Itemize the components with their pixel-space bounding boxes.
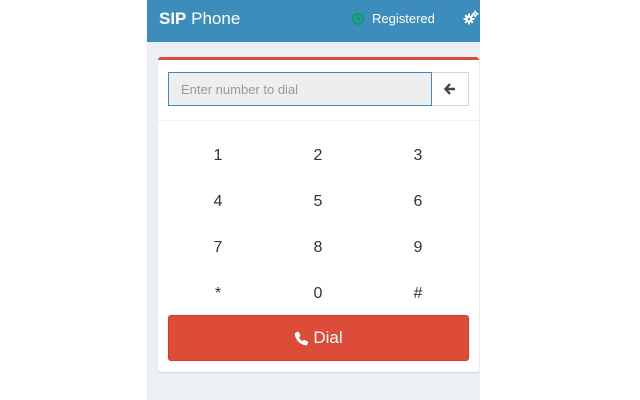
cogs-icon[interactable] [463,10,481,28]
key-hash[interactable]: # [368,271,468,317]
key-6[interactable]: 6 [368,179,468,225]
arrow-left-icon [444,83,455,95]
phone-icon [295,331,309,345]
keypad: 1 2 3 4 5 6 7 8 9 * 0 # [168,133,469,317]
sip-phone-panel: SIP Phone Registered Enter number to dia… [147,0,480,400]
status-label: Registered [372,11,435,26]
key-2[interactable]: 2 [268,133,368,179]
header-bar: SIP Phone Registered [147,0,480,42]
circle-dot-icon [352,13,364,25]
backspace-button[interactable] [432,72,469,106]
dial-button-label: Dial [313,328,343,347]
brand-rest: Phone [191,9,241,28]
registration-status: Registered [352,11,435,27]
brand-title: SIP Phone [159,8,240,30]
divider [158,120,479,121]
key-3[interactable]: 3 [368,133,468,179]
dialer-card: 1 2 3 4 5 6 7 8 9 * 0 # Dial [158,57,479,372]
dial-button[interactable]: Dial [168,315,469,361]
key-0[interactable]: 0 [268,271,368,317]
key-9[interactable]: 9 [368,225,468,271]
key-5[interactable]: 5 [268,179,368,225]
key-8[interactable]: 8 [268,225,368,271]
key-4[interactable]: 4 [168,179,268,225]
key-1[interactable]: 1 [168,133,268,179]
number-input[interactable] [168,72,432,106]
key-star[interactable]: * [168,271,268,317]
dial-input-group [168,72,469,106]
key-7[interactable]: 7 [168,225,268,271]
brand-bold: SIP [159,9,187,28]
